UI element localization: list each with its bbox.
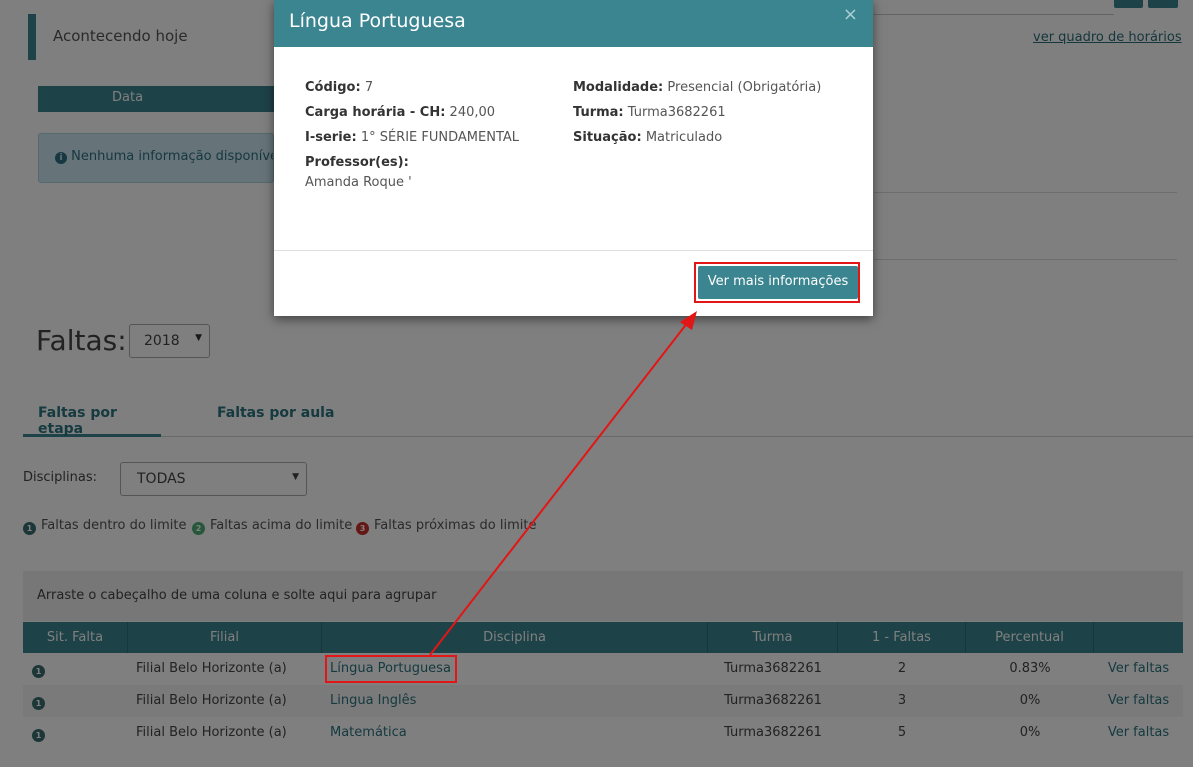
annotation-arrow-icon (429, 311, 697, 656)
